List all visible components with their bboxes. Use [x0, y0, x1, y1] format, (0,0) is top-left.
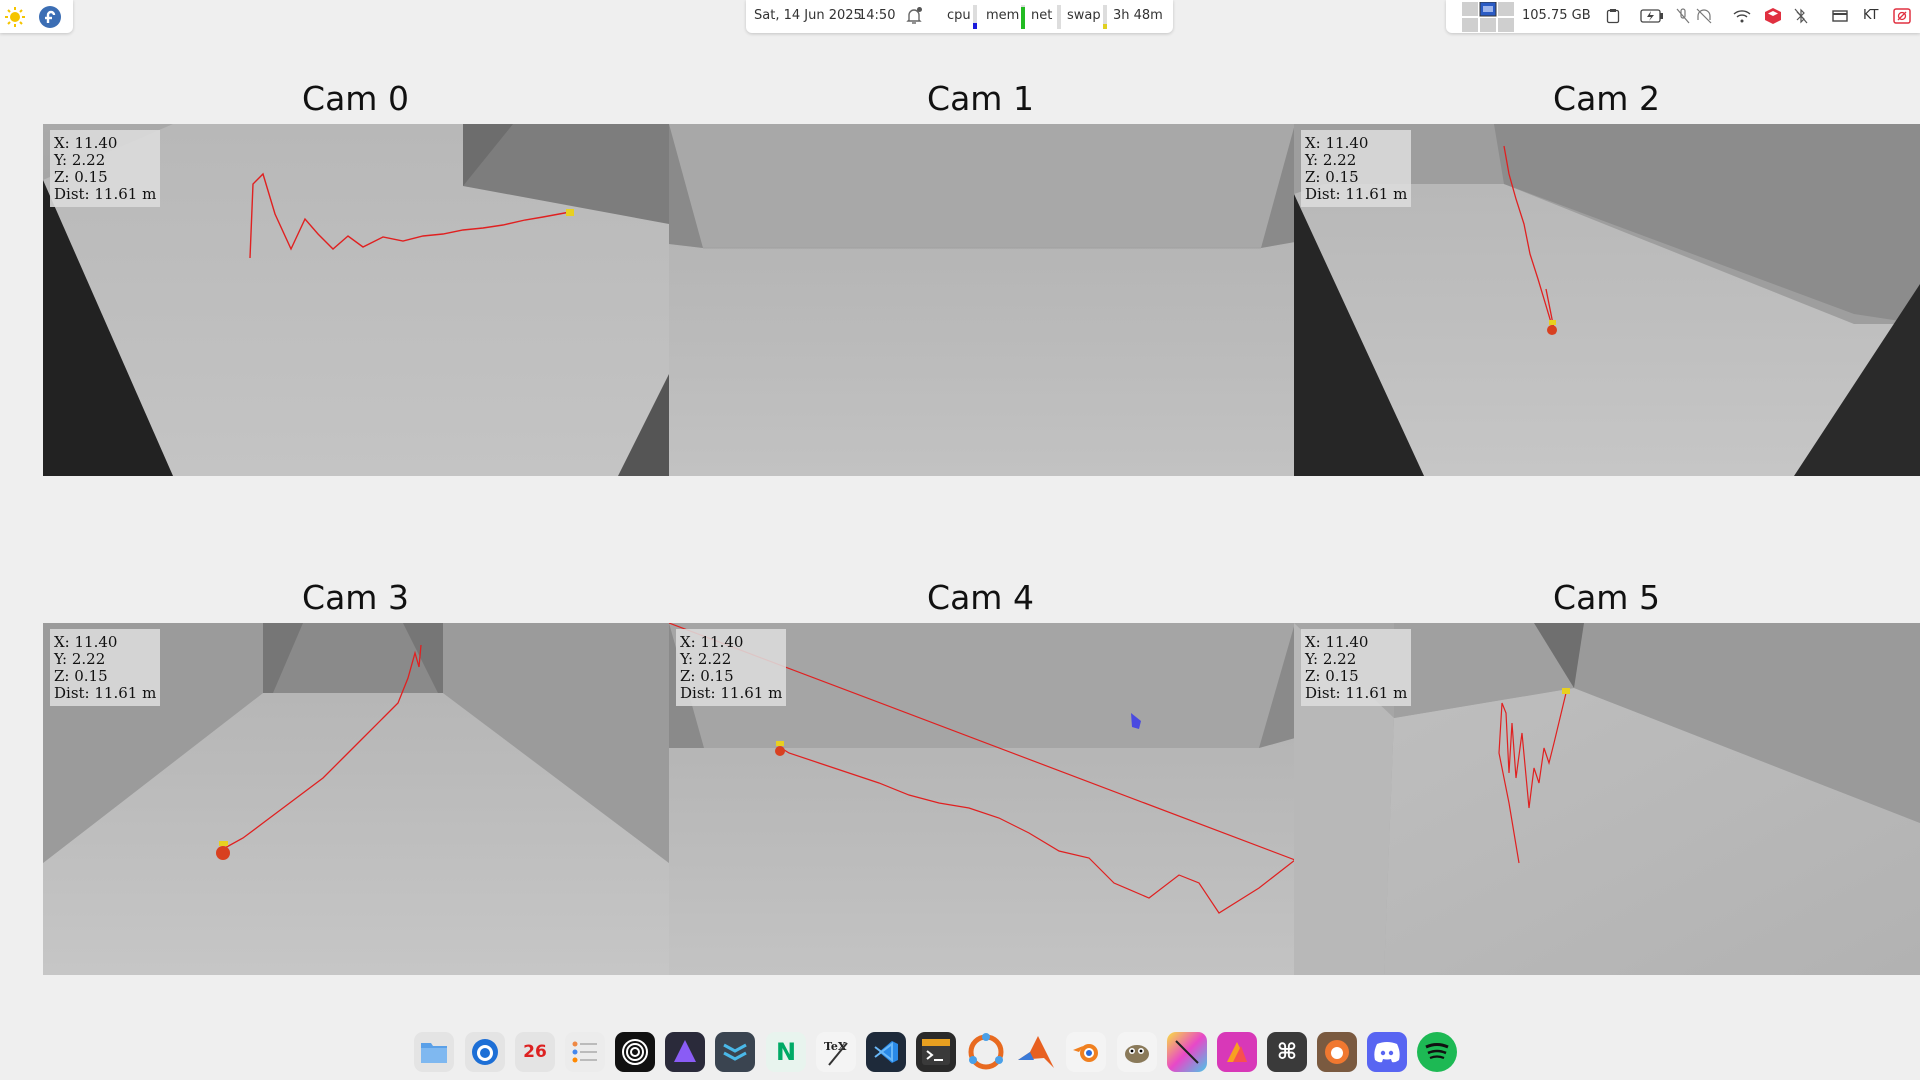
cpu-meter [973, 5, 977, 29]
proton-pass-icon[interactable] [665, 1032, 705, 1072]
cam-0-coords: X: 11.40 Y: 2.22 Z: 0.15 Dist: 11.61 m [50, 130, 161, 207]
tasks-icon[interactable] [565, 1032, 605, 1072]
top-bar-center: Sat, 14 Jun 2025 14:50 cpu mem net swap … [746, 0, 1173, 33]
net-meter [1057, 5, 1061, 29]
mem-meter [1021, 5, 1025, 29]
coord-z: Z: 0.15 [1305, 667, 1359, 685]
notion-icon[interactable]: N [766, 1032, 806, 1072]
screen-share-icon[interactable] [1893, 8, 1911, 28]
coord-y: Y: 2.22 [54, 650, 106, 668]
swap-monitor-label[interactable]: swap [1067, 8, 1101, 24]
cam-3-view[interactable]: X: 11.40 Y: 2.22 Z: 0.15 Dist: 11.61 m [43, 623, 669, 975]
date-label[interactable]: Sat, 14 Jun 2025 [754, 8, 862, 24]
robot-marker [216, 846, 230, 860]
vscode-icon[interactable] [866, 1032, 906, 1072]
coord-x: X: 11.40 [54, 633, 118, 651]
firefox-orange-icon[interactable] [1317, 1032, 1357, 1072]
coord-x: X: 11.40 [680, 633, 744, 651]
coord-z: Z: 0.15 [680, 667, 734, 685]
sun-icon[interactable] [4, 6, 26, 32]
workspace-app-icon[interactable] [715, 1032, 755, 1072]
cam-2-view[interactable]: X: 11.40 Y: 2.22 Z: 0.15 Dist: 11.61 m [1294, 124, 1920, 476]
swap-meter [1103, 5, 1107, 29]
coord-dist: Dist: 11.61 m [1305, 684, 1408, 702]
robot-marker [1562, 688, 1570, 694]
inkscape-icon[interactable] [1167, 1032, 1207, 1072]
keyboard-shortcuts-icon[interactable]: ⌘ [1267, 1032, 1307, 1072]
top-bar-left [0, 0, 73, 33]
robot-marker [775, 746, 785, 756]
obs-icon[interactable] [615, 1032, 655, 1072]
cam-5-coords: X: 11.40 Y: 2.22 Z: 0.15 Dist: 11.61 m [1301, 629, 1412, 706]
wifi-icon[interactable] [1733, 9, 1751, 27]
keyboard-layout-label[interactable]: KT [1863, 8, 1878, 24]
coord-dist: Dist: 11.61 m [680, 684, 783, 702]
terminal-icon[interactable] [916, 1032, 956, 1072]
clipboard-icon[interactable] [1606, 8, 1620, 28]
coord-z: Z: 0.15 [1305, 168, 1359, 186]
cam-4-title: Cam 4 [927, 578, 1034, 617]
discord-icon[interactable] [1367, 1032, 1407, 1072]
package-icon[interactable] [1764, 7, 1782, 29]
top-bar-right: 105.75 GB KT [1446, 0, 1920, 33]
coord-x: X: 11.40 [1305, 633, 1369, 651]
cam-5-title: Cam 5 [1553, 578, 1660, 617]
cam-5-view[interactable]: X: 11.40 Y: 2.22 Z: 0.15 Dist: 11.61 m [1294, 623, 1920, 975]
coord-z: Z: 0.15 [54, 168, 108, 186]
cam-1-title: Cam 1 [927, 79, 1034, 118]
matlab-icon[interactable] [1016, 1032, 1056, 1072]
files-icon[interactable] [414, 1032, 454, 1072]
battery-charging-icon[interactable] [1640, 9, 1664, 27]
blender-icon[interactable] [1066, 1032, 1106, 1072]
display-icon[interactable] [1832, 10, 1848, 27]
cam-1-scene [669, 124, 1295, 476]
coord-y: Y: 2.22 [1305, 151, 1357, 169]
gimp-icon[interactable] [1117, 1032, 1157, 1072]
texmaker-icon[interactable]: TeX [816, 1032, 856, 1072]
spotify-icon[interactable] [1417, 1032, 1457, 1072]
cam-1-view[interactable] [669, 124, 1295, 476]
mem-monitor-label[interactable]: mem [986, 8, 1019, 24]
coord-dist: Dist: 11.61 m [1305, 185, 1408, 203]
notification-bell-icon[interactable] [904, 6, 924, 30]
uptime-label[interactable]: 3h 48m [1113, 8, 1163, 24]
coord-x: X: 11.40 [1305, 134, 1369, 152]
coord-dist: Dist: 11.61 m [54, 684, 157, 702]
time-label[interactable]: 14:50 [858, 8, 895, 24]
calendar-day-label: 26 [523, 1042, 547, 1062]
calendar-icon[interactable]: 26 [515, 1032, 555, 1072]
robot-marker [1547, 325, 1557, 335]
affinity-icon[interactable] [1217, 1032, 1257, 1072]
cam-3-coords: X: 11.40 Y: 2.22 Z: 0.15 Dist: 11.61 m [50, 629, 161, 706]
cam-0-title: Cam 0 [302, 79, 409, 118]
robot-marker [566, 209, 574, 216]
coord-y: Y: 2.22 [1305, 650, 1357, 668]
cam-0-view[interactable]: X: 11.40 Y: 2.22 Z: 0.15 Dist: 11.61 m [43, 124, 669, 476]
coord-dist: Dist: 11.61 m [54, 185, 157, 203]
coord-z: Z: 0.15 [54, 667, 108, 685]
microphone-muted-icon[interactable] [1676, 8, 1690, 28]
cam-4-view[interactable]: X: 11.40 Y: 2.22 Z: 0.15 Dist: 11.61 m [669, 623, 1295, 975]
coord-y: Y: 2.22 [54, 151, 106, 169]
net-monitor-label[interactable]: net [1031, 8, 1052, 24]
cam-3-title: Cam 3 [302, 578, 409, 617]
thunderbird-icon[interactable] [465, 1032, 505, 1072]
fedora-logo-icon[interactable] [38, 5, 62, 33]
cam-4-coords: X: 11.40 Y: 2.22 Z: 0.15 Dist: 11.61 m [676, 629, 787, 706]
bluetooth-off-icon[interactable] [1794, 8, 1808, 28]
cpu-monitor-label[interactable]: cpu [947, 8, 971, 24]
disk-usage-label[interactable]: 105.75 GB [1522, 8, 1591, 24]
ubuntu-app-icon[interactable] [966, 1032, 1006, 1072]
coord-y: Y: 2.22 [680, 650, 732, 668]
headphones-muted-icon[interactable] [1696, 8, 1712, 28]
coord-x: X: 11.40 [54, 134, 118, 152]
cam-2-title: Cam 2 [1553, 79, 1660, 118]
workspace-switcher-icon[interactable] [1462, 1, 1514, 36]
cam-2-coords: X: 11.40 Y: 2.22 Z: 0.15 Dist: 11.61 m [1301, 130, 1412, 207]
